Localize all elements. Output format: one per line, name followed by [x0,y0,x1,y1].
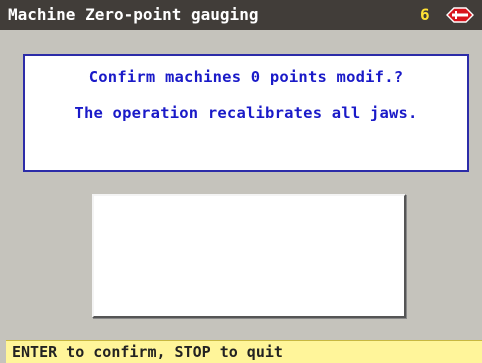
step-number: 6 [420,5,430,24]
status-bar: ENTER to confirm, STOP to quit [6,340,482,363]
silca-logo-icon [446,7,474,23]
confirmation-detail: The operation recalibrates all jaws. [74,104,418,122]
title-bar: Machine Zero-point gauging 6 [0,0,482,30]
window-title: Machine Zero-point gauging [8,5,259,24]
confirmation-message-box: Confirm machines 0 points modif.? The op… [23,54,469,172]
confirmation-question: Confirm machines 0 points modif.? [88,68,404,86]
blank-display-panel [92,194,406,318]
machine-screen: Machine Zero-point gauging 6 Confirm mac… [0,0,482,363]
